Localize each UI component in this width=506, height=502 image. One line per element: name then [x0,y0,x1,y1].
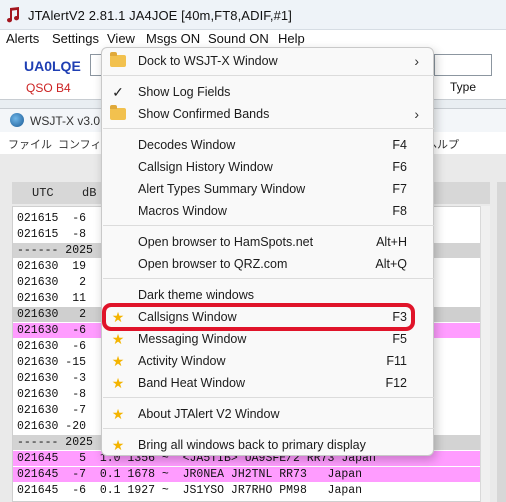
menu-separator [103,75,434,76]
decode-row[interactable]: 021645 -7 0.1 1678 ~ JR0NEA JH2TNL RR73 … [13,467,489,482]
folder-icon [110,52,126,69]
menu-item-label: Band Heat Window [138,376,246,390]
menu-help[interactable]: Help [278,31,305,46]
chevron-right-icon: › [414,106,419,122]
star-icon: ★ [111,353,125,369]
star-icon: ★ [111,437,125,453]
type-label: Type [450,80,477,94]
highlight-annotation [102,303,415,331]
menu-item-label: Show Confirmed Bands [138,107,270,121]
menu-item-messaging-window[interactable]: ★ Messaging Window F5 [106,328,431,350]
wsjtx-title: WSJT-X v3.0 [30,114,101,128]
menu-item-label: Callsign History Window [138,160,273,174]
menu-item-shortcut: F4 [392,138,407,152]
menu-item-bring-all-windows-back-to-primary-display[interactable]: ★ Bring all windows back to primary displ… [106,434,431,456]
jtalert-title: JTAlertV2 2.81.1 JA4JOE [40m,FT8,ADIF,#1… [28,8,292,23]
menu-item-label: Decodes Window [138,138,236,152]
menu-item-decodes-window[interactable]: Decodes Window F4 [106,134,431,156]
header-utc: UTC [32,186,54,200]
menu-view[interactable]: View [107,31,135,46]
rx-frequency-panel-edge [497,182,506,502]
menu-item-alert-types-summary-window[interactable]: Alert Types Summary Window F7 [106,178,431,200]
menu-item-label: Bring all windows back to primary displa… [138,438,366,452]
menu-item-shortcut: F8 [392,204,407,218]
menu-item-label: Open browser to HamSpots.net [138,235,314,249]
menu-item-show-log-fields[interactable]: ✓ Show Log Fields [106,81,431,103]
menu-item-open-browser-to-qrz-com[interactable]: Open browser to QRZ.com Alt+Q [106,253,431,275]
music-note-icon [7,7,20,23]
menu-item-show-confirmed-bands[interactable]: Show Confirmed Bands › [106,103,431,125]
menu-separator [103,428,434,429]
star-icon: ★ [111,331,125,347]
star-icon: ★ [111,406,125,422]
menu-item-label: Dark theme windows [138,288,255,302]
star-icon: ★ [111,375,125,391]
menu-item-label: Alert Types Summary Window [138,182,306,196]
menu-separator [103,225,434,226]
menu-item-shortcut: F5 [392,332,407,346]
menu-item-shortcut: F6 [392,160,407,174]
menu-item-label: About JTAlert V2 Window [138,407,280,421]
callsign-label[interactable]: UA0LQE [24,58,81,74]
header-db: dB [82,186,97,200]
chevron-right-icon: › [414,53,419,69]
check-icon: ✓ [112,84,124,100]
desktop: JTAlertV2 2.81.1 JA4JOE [40m,FT8,ADIF,#1… [0,0,506,502]
menu-item-label: Macros Window [138,204,227,218]
menu-settings[interactable]: Settings [52,31,99,46]
menu-item-label: Show Log Fields [138,85,231,99]
menu-separator [103,128,434,129]
view-dropdown-menu: Dock to WSJT-X Window › ✓ Show Log Fields Sh… [101,47,434,456]
menu-item-label: Open browser to QRZ.com [138,257,288,271]
menu-item-band-heat-window[interactable]: ★ Band Heat Window F12 [106,372,431,394]
menu-item-shortcut: F12 [385,376,407,390]
menu-item-dock-to-wsjt-x-window[interactable]: Dock to WSJT-X Window › [106,50,431,72]
menu-item-about-jtalert-v2-window[interactable]: ★ About JTAlert V2 Window [106,403,431,425]
menu-separator [103,278,434,279]
qso-before-label: QSO B4 [26,81,71,95]
menu-item-shortcut: Alt+H [376,235,407,249]
menu-item-open-browser-to-hamspots-net[interactable]: Open browser to HamSpots.net Alt+H [106,231,431,253]
decode-row[interactable]: 021645 -6 0.1 1927 ~ JS1YSO JR7RHO PM98 … [13,483,489,498]
menu-separator [103,397,434,398]
menu-alerts[interactable]: Alerts [6,31,39,46]
menu-item-callsign-history-window[interactable]: Callsign History Window F6 [106,156,431,178]
menu-sound[interactable]: Sound ON [208,31,269,46]
wsjtx-globe-icon [10,113,24,127]
menu-item-shortcut: Alt+Q [375,257,407,271]
jtalert-titlebar[interactable]: JTAlertV2 2.81.1 JA4JOE [40m,FT8,ADIF,#1… [0,0,506,30]
wsjtx-menu-file[interactable]: ファイル [8,136,52,152]
menu-item-label: Messaging Window [138,332,247,346]
type-select[interactable] [434,54,492,76]
menu-item-label: Activity Window [138,354,226,368]
folder-icon [110,105,126,122]
menu-msgs[interactable]: Msgs ON [146,31,200,46]
menu-item-shortcut: F11 [386,354,407,368]
jtalert-menubar: Alerts Settings View Msgs ON Sound ON He… [0,30,506,48]
menu-item-label: Dock to WSJT-X Window [138,54,278,68]
menu-item-activity-window[interactable]: ★ Activity Window F11 [106,350,431,372]
decode-list-scrollbar[interactable] [480,206,490,502]
menu-item-shortcut: F7 [392,182,407,196]
menu-item-macros-window[interactable]: Macros Window F8 [106,200,431,222]
